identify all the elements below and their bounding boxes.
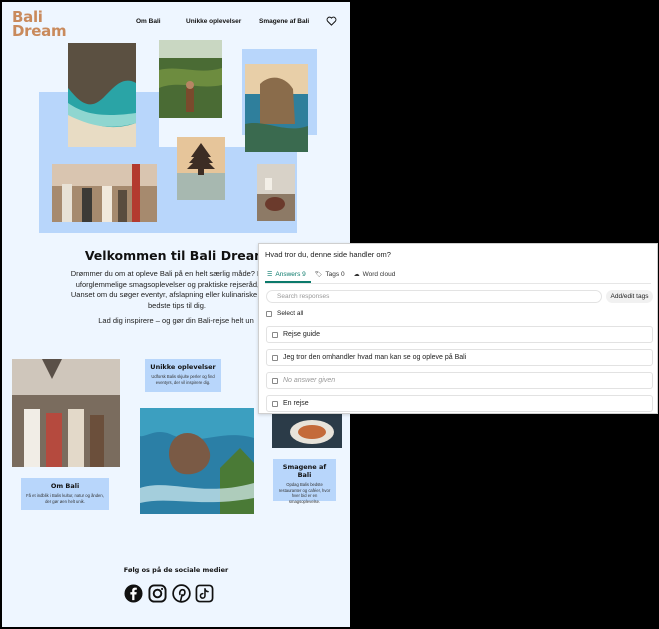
logo[interactable]: Bali Dream [12, 10, 76, 40]
card-text: Opdag Balis bedste restauranter og cafée… [278, 482, 331, 504]
screenshot-canvas: Bali Dream Om Bali Unikke oplevelser Sma… [0, 0, 659, 629]
response-text: Rejse guide [283, 331, 320, 338]
nav-om-bali[interactable]: Om Bali [136, 18, 161, 25]
tab-answers[interactable]: ☰ Answers 9 [267, 271, 306, 278]
response-row[interactable]: No answer given [266, 372, 653, 389]
card-title: Om Bali [50, 482, 80, 490]
nav-unikke-oplevelser[interactable]: Unikke oplevelser [186, 18, 241, 25]
tab-label: Answers [275, 271, 301, 278]
response-checkbox[interactable] [272, 377, 278, 384]
cafe-drink-photo [257, 164, 295, 221]
card-smagene-af-bali[interactable]: Smagene af Bali Opdag Balis bedste resta… [273, 459, 336, 504]
lake-temple-photo [177, 137, 225, 200]
select-all[interactable]: Select all [266, 310, 303, 317]
tab-tags[interactable]: 🏷 Tags 0 [315, 271, 345, 278]
response-row[interactable]: En rejse [266, 395, 653, 412]
tab-divider [265, 282, 651, 284]
pinterest-icon[interactable] [172, 584, 191, 603]
tab-count: 9 [302, 271, 306, 278]
survey-response-panel: Hvad tror du, denne side handler om? ☰ A… [258, 243, 658, 414]
card-title: Unikke oplevelser [150, 363, 216, 371]
temple-procession-photo [52, 164, 157, 222]
response-checkbox[interactable] [272, 331, 278, 338]
select-all-label: Select all [277, 310, 304, 317]
facebook-icon[interactable] [124, 584, 143, 603]
add-edit-tags-button[interactable]: Add/edit tags [606, 290, 653, 303]
list-icon: ☰ [267, 272, 273, 278]
response-row[interactable]: Rejse guide [266, 326, 653, 343]
response-text: Jeg tror den omhandler hvad man kan se o… [283, 354, 467, 361]
tab-word-cloud[interactable]: ☁ Word cloud [354, 271, 396, 278]
cloud-icon: ☁ [353, 272, 360, 278]
card-title: Smagene af Bali [282, 463, 327, 479]
response-row[interactable]: Jeg tror den omhandler hvad man kan se o… [266, 349, 653, 366]
response-checkbox[interactable] [272, 354, 278, 361]
tag-icon: 🏷 [314, 272, 323, 278]
instagram-icon[interactable] [148, 584, 167, 603]
card-unikke-oplevelser[interactable]: Unikke oplevelser Udforsk Balis skjulte … [145, 359, 221, 392]
response-checkbox[interactable] [272, 400, 278, 407]
survey-question: Hvad tror du, denne side handler om? [265, 250, 391, 259]
food-photo [272, 414, 342, 448]
logo-line-2: Dream [12, 22, 67, 40]
card-text: Få et indblik i Balis kultur, natur og å… [26, 493, 104, 504]
response-tabs: ☰ Answers 9 🏷 Tags 0 ☁ Word cloud [267, 271, 404, 278]
nav-smagene-af-bali[interactable]: Smagene af Bali [259, 18, 309, 25]
sea-rock-photo [140, 408, 254, 514]
tiktok-icon[interactable] [195, 584, 214, 603]
rice-terrace-photo [159, 40, 222, 118]
beach-cliff-photo [68, 43, 136, 147]
card-text: Udforsk Balis skjulte perler og find eve… [151, 374, 215, 385]
search-responses-input[interactable]: Search responses [266, 290, 602, 303]
tab-label: Word cloud [362, 271, 396, 278]
select-all-checkbox[interactable] [266, 310, 272, 317]
tab-label: Tags [325, 271, 340, 278]
response-text: No answer given [283, 377, 336, 384]
temple-women-photo [12, 359, 120, 467]
response-text: En rejse [283, 400, 309, 407]
social-heading: Følg os på de sociale medier [123, 566, 229, 574]
heart-icon[interactable] [326, 16, 337, 26]
coast-cliffs-photo [245, 64, 308, 152]
card-om-bali[interactable]: Om Bali Få et indblik i Balis kultur, na… [21, 478, 109, 510]
tab-count: 0 [340, 271, 345, 278]
